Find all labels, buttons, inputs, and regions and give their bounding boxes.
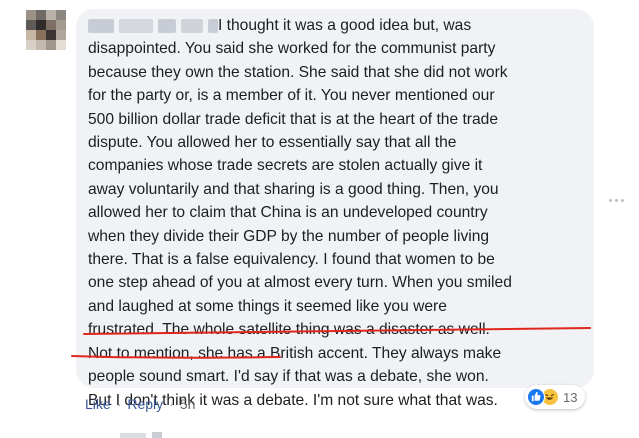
separator: · <box>116 396 122 412</box>
comment-text-line1: I thought it was a good idea but, was <box>218 17 472 34</box>
reaction-count: 13 <box>563 389 578 405</box>
like-icon <box>527 388 545 406</box>
separator: · <box>169 396 174 412</box>
timestamp[interactable]: 5h <box>180 396 196 412</box>
more-options-icon[interactable] <box>609 196 627 204</box>
reply-button[interactable]: Reply <box>127 396 163 412</box>
comment-text: I thought it was a good idea but, was di… <box>88 14 588 412</box>
reaction-summary[interactable]: 13 <box>525 385 586 409</box>
like-button[interactable]: Like <box>85 396 111 412</box>
comment-text-body: disappointed. You said she worked for th… <box>88 40 512 409</box>
comment-actions: Like · Reply · 5h <box>85 396 195 412</box>
avatar[interactable] <box>26 10 66 50</box>
next-comment-fragment <box>120 432 162 438</box>
